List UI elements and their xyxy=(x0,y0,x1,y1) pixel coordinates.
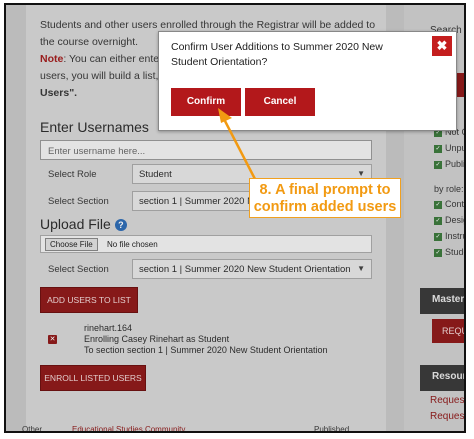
annotation-line-2: confirm added users xyxy=(253,199,397,215)
annotation-arrow-line xyxy=(223,120,258,182)
annotation-callout: 8. A final prompt to confirm added users xyxy=(249,178,401,218)
annotation-line-1: 8. A final prompt to xyxy=(259,182,391,198)
screenshot-frame: Students and other users enrolled throug… xyxy=(4,3,466,433)
annotation-arrow xyxy=(218,108,258,182)
annotation-arrowhead xyxy=(218,108,232,123)
